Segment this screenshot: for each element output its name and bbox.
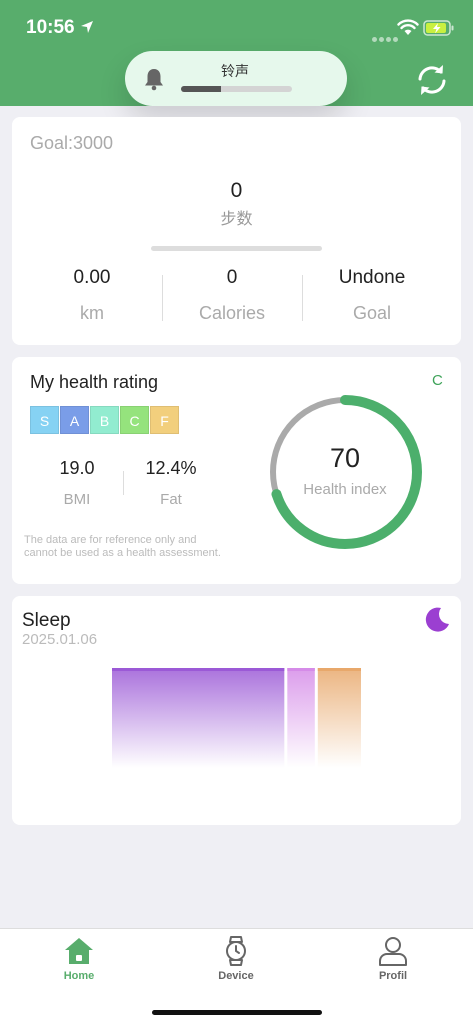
tab-profile[interactable]: Profil — [343, 935, 443, 982]
status-time: 10:56 — [26, 17, 75, 38]
health-index-label: Health index — [303, 481, 387, 498]
calories-stat: 0 Calories — [162, 267, 302, 324]
tab-bar: Home Device Profil — [0, 928, 473, 1024]
steps-unit: 步数 — [220, 211, 253, 228]
tab-device-label: Device — [218, 970, 254, 982]
sleep-title: Sleep — [22, 610, 71, 631]
distance-stat: 0.00 km — [22, 267, 162, 324]
tab-profile-label: Profil — [378, 970, 408, 982]
grade-c: C — [120, 406, 149, 434]
sleep-date: 2025.01.06 — [22, 631, 98, 648]
home-indicator[interactable] — [152, 1010, 322, 1015]
app-screen: 10:56 铃声 Goal:3000 0 步数 0.00 km 0 Calori… — [0, 0, 473, 1024]
ringtone-label: 铃声 — [221, 63, 249, 79]
grade-scale: SABCF — [30, 406, 180, 434]
grade-b: B — [90, 406, 119, 434]
sleep-card[interactable]: Sleep 2025.01.06 — [12, 596, 461, 825]
fat-label: Fat — [160, 491, 182, 508]
distance-label: km — [80, 303, 104, 323]
tab-home-label: Home — [63, 970, 95, 982]
bell-icon — [145, 69, 163, 91]
sleep-bar-top-deep — [112, 668, 285, 671]
calories-value: 0 — [226, 267, 238, 288]
calories-label: Calories — [198, 303, 266, 323]
fat-stat: 12.4% Fat — [126, 458, 216, 508]
goal-status-label: Goal — [352, 303, 392, 323]
step-goal: Goal:3000 — [30, 133, 114, 153]
sleep-bar-top-light — [287, 668, 315, 671]
volume-slider[interactable] — [181, 86, 292, 92]
volume-level — [181, 86, 221, 92]
watch-icon — [226, 936, 246, 966]
health-index-value: 70 — [329, 443, 361, 473]
fat-value: 12.4% — [145, 458, 197, 478]
sleep-bar-light — [287, 668, 315, 768]
sync-icon[interactable] — [414, 62, 450, 98]
bmi-label: BMI — [63, 491, 91, 508]
sleep-bar-awake — [317, 668, 361, 768]
battery-charging-icon — [423, 20, 454, 36]
health-rating-card[interactable]: My health rating C SABCF 19.0 BMI 12.4% … — [12, 357, 461, 584]
signal-icon — [372, 29, 400, 47]
grade-s: S — [30, 406, 59, 434]
bmi-value: 19.0 — [59, 458, 95, 478]
tab-device[interactable]: Device — [186, 935, 286, 982]
distance-value: 0.00 — [73, 267, 111, 288]
ringtone-volume-banner: 铃声 — [125, 51, 347, 106]
sleep-bar-top-awake — [317, 668, 361, 671]
grade-f: F — [150, 406, 179, 434]
location-arrow-icon — [81, 21, 93, 33]
moon-icon — [425, 607, 449, 632]
goal-stat: Undone Goal — [302, 267, 442, 324]
grade-a: A — [60, 406, 89, 434]
disclaimer-text: The data are for reference only and cann… — [24, 534, 221, 559]
person-icon — [379, 937, 407, 966]
steps-progress-bar — [151, 246, 322, 251]
steps-card[interactable]: Goal:3000 0 步数 0.00 km 0 Calories Undone… — [12, 117, 461, 345]
bmi-stat: 19.0 BMI — [32, 458, 122, 508]
divider — [123, 471, 124, 495]
current-grade: C — [432, 372, 443, 389]
home-icon — [65, 938, 93, 964]
health-rating-title: My health rating — [30, 372, 159, 392]
sleep-bar-deep — [112, 668, 285, 768]
wifi-icon — [397, 19, 419, 35]
tab-home[interactable]: Home — [29, 935, 129, 982]
goal-status-value: Undone — [338, 267, 406, 288]
steps-value: 0 — [230, 179, 243, 202]
